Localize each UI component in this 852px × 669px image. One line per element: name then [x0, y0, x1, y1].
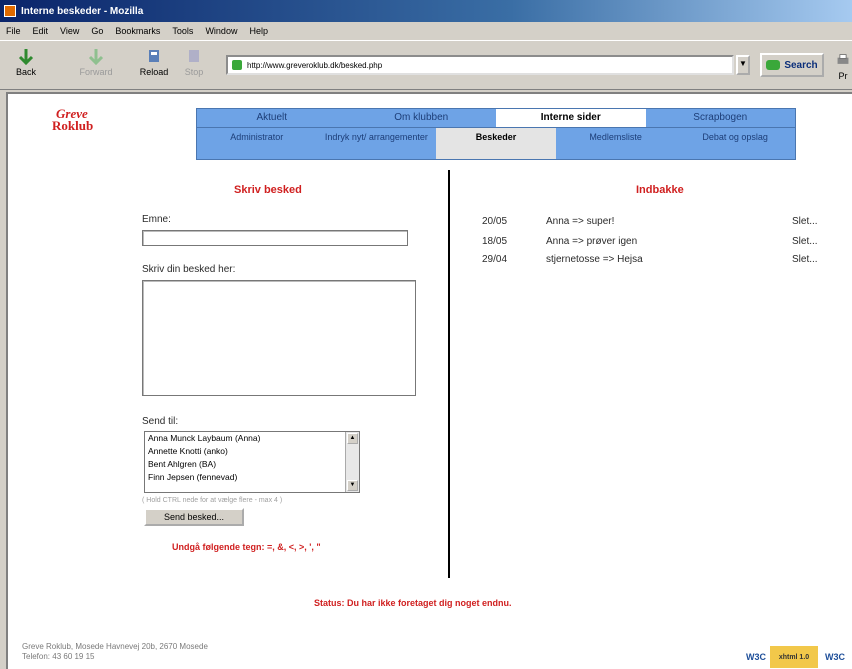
scroll-down-icon[interactable]: ▼	[347, 480, 358, 491]
multi-select-hint: ( Hold CTRL nede for at vælge flere - ma…	[142, 497, 283, 504]
inbox-heading: Indbakke	[636, 184, 684, 196]
recipient-option[interactable]: Anna Munck Laybaum (Anna)	[145, 432, 341, 445]
subnav-indryk-nyt[interactable]: Indryk nyt/ arrangementer	[317, 128, 437, 159]
send-to-label: Send til:	[142, 416, 179, 427]
search-button[interactable]: Search	[760, 53, 824, 77]
print-icon	[837, 54, 849, 64]
inbox-date: 20/05	[482, 216, 508, 227]
stop-button[interactable]: Stop	[176, 45, 212, 85]
inbox-subject[interactable]: stjernetosse => Hejsa	[546, 254, 643, 265]
menu-tools[interactable]: Tools	[172, 26, 193, 36]
greve-roklub-logo[interactable]: Greve Roklub	[52, 107, 93, 132]
recipient-option[interactable]: Finn Jepsen (fennevad)	[145, 471, 341, 484]
recipient-option[interactable]: Bent Ahlgren (BA)	[145, 458, 341, 471]
inbox-delete-link[interactable]: Slet...	[792, 254, 818, 265]
menu-window[interactable]: Window	[205, 26, 237, 36]
footer-address: Greve Roklub, Mosede Havnevej 20b, 2670 …	[22, 642, 208, 651]
inbox-date: 29/04	[482, 254, 508, 265]
nav-aktuelt[interactable]: Aktuelt	[197, 109, 347, 127]
menu-view[interactable]: View	[60, 26, 79, 36]
forward-arrow-icon	[88, 49, 104, 65]
page-content: Greve Roklub Aktuelt Om klubben Interne …	[6, 92, 852, 669]
subject-input[interactable]	[142, 230, 408, 246]
reload-button[interactable]: Reload	[136, 45, 172, 85]
navigation-toolbar: Back Forward Reload Stop http://www.grev…	[0, 40, 852, 90]
url-input[interactable]: http://www.greveroklub.dk/besked.php	[226, 55, 734, 75]
stop-icon	[189, 50, 199, 62]
menu-bookmarks[interactable]: Bookmarks	[115, 26, 160, 36]
reload-icon	[149, 50, 159, 62]
recipient-listbox[interactable]: Anna Munck Laybaum (Anna) Annette Knotti…	[144, 431, 360, 493]
w3c-badge[interactable]: W3C	[742, 646, 770, 668]
sub-navigation: Administrator Indryk nyt/ arrangementer …	[196, 128, 796, 160]
forward-button[interactable]: Forward	[78, 45, 114, 85]
inbox-subject[interactable]: Anna => super!	[546, 216, 614, 227]
search-icon	[766, 60, 781, 70]
forbidden-chars-warning: Undgå følgende tegn: =, &, <, >, ', "	[172, 542, 321, 552]
menu-go[interactable]: Go	[91, 26, 103, 36]
inbox-delete-link[interactable]: Slet...	[792, 236, 818, 247]
menu-bar: File Edit View Go Bookmarks Tools Window…	[0, 22, 852, 40]
back-arrow-icon	[18, 49, 34, 65]
mozilla-icon	[4, 5, 16, 17]
subnav-debat[interactable]: Debat og opslag	[675, 128, 795, 159]
w3c-css-badge[interactable]: W3C	[820, 646, 850, 668]
window-title-bar: Interne beskeder - Mozilla	[0, 0, 852, 22]
inbox-delete-link[interactable]: Slet...	[792, 216, 818, 227]
subnav-medlemsliste[interactable]: Medlemsliste	[556, 128, 676, 159]
status-message: Status: Du har ikke foretaget dig noget …	[314, 598, 512, 608]
subnav-beskeder[interactable]: Beskeder	[436, 128, 556, 159]
url-text: http://www.greveroklub.dk/besked.php	[247, 60, 383, 70]
inbox-date: 18/05	[482, 236, 508, 247]
subnav-administrator[interactable]: Administrator	[197, 128, 317, 159]
send-message-button[interactable]: Send besked...	[144, 508, 244, 526]
footer-phone: Telefon: 43 60 19 15	[22, 652, 95, 661]
xhtml-valid-badge[interactable]: xhtml 1.0	[770, 646, 818, 668]
site-icon	[232, 60, 242, 70]
menu-file[interactable]: File	[6, 26, 21, 36]
menu-edit[interactable]: Edit	[33, 26, 49, 36]
message-label: Skriv din besked her:	[142, 264, 236, 275]
scroll-up-icon[interactable]: ▲	[347, 433, 358, 444]
site-footer: Greve Roklub, Mosede Havnevej 20b, 2670 …	[22, 642, 208, 662]
window-title: Interne beskeder - Mozilla	[21, 5, 144, 17]
menu-help[interactable]: Help	[249, 26, 268, 36]
nav-om-klubben[interactable]: Om klubben	[347, 109, 497, 127]
nav-scrapbogen[interactable]: Scrapbogen	[646, 109, 796, 127]
print-button[interactable]: Pr	[832, 47, 852, 87]
recipient-option[interactable]: Annette Knotti (anko)	[145, 445, 341, 458]
back-button[interactable]: Back	[8, 45, 44, 85]
subject-label: Emne:	[142, 214, 171, 225]
inbox-subject[interactable]: Anna => prøver igen	[546, 236, 637, 247]
compose-heading: Skriv besked	[234, 184, 302, 196]
nav-interne-sider[interactable]: Interne sider	[496, 109, 646, 127]
url-dropdown-button[interactable]: ▼	[736, 55, 750, 75]
listbox-scrollbar[interactable]: ▲ ▼	[345, 432, 359, 492]
main-navigation: Aktuelt Om klubben Interne sider Scrapbo…	[196, 108, 796, 128]
message-textarea[interactable]	[142, 280, 416, 396]
column-divider	[448, 170, 450, 578]
